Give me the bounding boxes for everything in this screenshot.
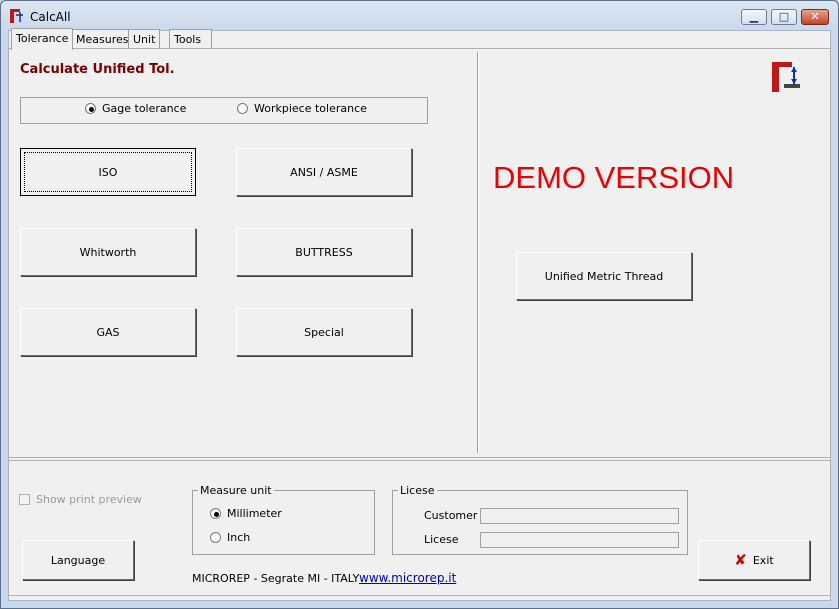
ansi-asme-button[interactable]: ANSI / ASME xyxy=(236,148,412,196)
workpiece-tolerance-radio[interactable] xyxy=(237,103,248,114)
gas-button[interactable]: GAS xyxy=(20,308,196,356)
license-group-label: Licese xyxy=(398,484,437,497)
exit-button-label: Exit xyxy=(752,553,774,567)
customer-field[interactable] xyxy=(480,508,679,524)
exit-button[interactable]: ✘ Exit xyxy=(698,540,810,580)
tab-tools[interactable]: Tools xyxy=(169,29,212,49)
license-label: Licese xyxy=(424,533,459,546)
buttress-button[interactable]: BUTTRESS xyxy=(236,228,412,276)
demo-version-label: DEMO VERSION xyxy=(493,160,735,195)
exit-icon: ✘ xyxy=(734,551,747,569)
company-text: MICROREP - Segrate MI - ITALY xyxy=(192,572,360,585)
special-button[interactable]: Special xyxy=(236,308,412,356)
tab-unit[interactable]: Unit xyxy=(128,29,161,49)
whitworth-button-label: Whitworth xyxy=(79,245,137,259)
ansi-button-label: ANSI / ASME xyxy=(290,165,358,179)
inch-radio[interactable] xyxy=(210,532,221,543)
minimize-button[interactable]: ▁ xyxy=(741,9,767,25)
tab-measures[interactable]: Measures xyxy=(71,29,134,49)
measure-unit-group xyxy=(192,490,375,555)
iso-button-label: ISO xyxy=(98,165,118,179)
inch-label[interactable]: Inch xyxy=(227,531,250,544)
millimeter-radio[interactable] xyxy=(210,508,221,519)
panel-heading: Calculate Unified Tol. xyxy=(20,62,175,77)
gage-tolerance-radio[interactable] xyxy=(85,103,96,114)
show-print-preview-checkbox[interactable] xyxy=(19,494,30,505)
iso-button[interactable]: ISO xyxy=(20,148,196,196)
language-button[interactable]: Language xyxy=(22,540,134,580)
gas-button-label: GAS xyxy=(96,325,120,339)
whitworth-button[interactable]: Whitworth xyxy=(20,228,196,276)
maximize-button[interactable]: □ xyxy=(771,9,797,25)
unified-metric-button-label: Unified Metric Thread xyxy=(544,269,664,283)
website-link[interactable]: www.microrep.it xyxy=(359,571,456,585)
buttress-button-label: BUTTRESS xyxy=(295,245,353,259)
language-button-label: Language xyxy=(50,553,106,567)
title-bar[interactable] xyxy=(1,1,836,30)
close-icon: ✕ xyxy=(810,10,820,23)
workpiece-tolerance-label[interactable]: Workpiece tolerance xyxy=(254,102,367,115)
special-button-label: Special xyxy=(304,325,344,339)
panel-divider xyxy=(477,52,479,453)
show-print-preview-label: Show print preview xyxy=(36,493,142,506)
tab-tolerance[interactable]: Tolerance xyxy=(11,28,74,50)
close-button[interactable]: ✕ xyxy=(801,9,829,25)
millimeter-label[interactable]: Millimeter xyxy=(227,507,282,520)
gage-tolerance-label[interactable]: Gage tolerance xyxy=(102,102,186,115)
calcall-app-icon xyxy=(9,8,25,24)
unified-metric-thread-button[interactable]: Unified Metric Thread xyxy=(516,252,692,300)
measure-unit-group-label: Measure unit xyxy=(198,484,274,497)
license-field[interactable] xyxy=(480,532,679,548)
minimize-icon: ▁ xyxy=(749,10,759,23)
customer-label: Customer xyxy=(424,509,478,522)
window-title: CalcAll xyxy=(30,10,71,24)
maximize-icon: □ xyxy=(778,10,790,23)
calcall-logo-icon xyxy=(770,60,802,94)
